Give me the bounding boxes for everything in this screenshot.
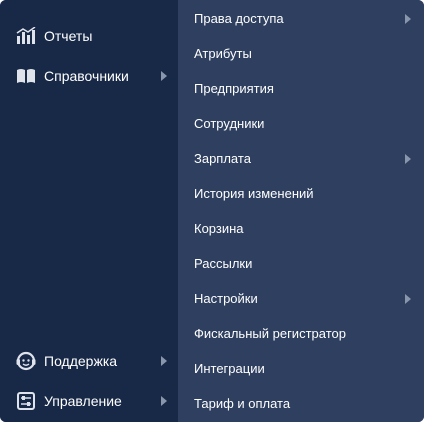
chevron-right-icon xyxy=(161,356,167,366)
submenu-item-label: Настройки xyxy=(194,291,258,306)
sidebar-item-label: Справочники xyxy=(44,68,129,84)
submenu-item-mailings[interactable]: Рассылки xyxy=(178,246,424,281)
submenu-item-label: Тариф и оплата xyxy=(194,396,291,411)
chevron-right-icon xyxy=(405,294,411,304)
submenu-item-label: Корзина xyxy=(194,221,244,236)
submenu-item-trash[interactable]: Корзина xyxy=(178,211,424,246)
submenu-item-label: Права доступа xyxy=(194,11,284,26)
submenu-item-label: Сотрудники xyxy=(194,116,265,131)
submenu-item-label: Рассылки xyxy=(194,256,253,271)
sidebar-item-label: Отчеты xyxy=(44,28,93,44)
submenu-item-integrations[interactable]: Интеграции xyxy=(178,351,424,386)
sidebar-item-management[interactable]: Управление xyxy=(0,381,178,421)
chevron-right-icon xyxy=(405,154,411,164)
submenu-item-label: Интеграции xyxy=(194,361,265,376)
support-face-icon xyxy=(16,351,36,371)
submenu-item-access-rights[interactable]: Права доступа xyxy=(178,1,424,36)
chevron-right-icon xyxy=(161,71,167,81)
submenu-item-label: Фискальный регистратор xyxy=(194,326,346,341)
submenu-item-employees[interactable]: Сотрудники xyxy=(178,106,424,141)
submenu-item-label: Атрибуты xyxy=(194,46,252,61)
chart-icon xyxy=(16,26,36,46)
submenu-item-settings[interactable]: Настройки xyxy=(178,281,424,316)
sidebar-item-support[interactable]: Поддержка xyxy=(0,341,178,381)
submenu-item-fiscal-registrar[interactable]: Фискальный регистратор xyxy=(178,316,424,351)
sidebar-item-directories[interactable]: Справочники xyxy=(0,56,178,96)
navigation-menu: Отчеты Справочники Поддержка Управление … xyxy=(0,0,424,422)
sidebar-item-reports[interactable]: Отчеты xyxy=(0,16,178,56)
submenu-item-enterprises[interactable]: Предприятия xyxy=(178,71,424,106)
submenu-item-salary[interactable]: Зарплата xyxy=(178,141,424,176)
submenu-item-label: История изменений xyxy=(194,186,314,201)
sliders-icon xyxy=(16,391,36,411)
submenu-item-tariff-payment[interactable]: Тариф и оплата xyxy=(178,386,424,421)
book-icon xyxy=(16,66,36,86)
submenu-item-label: Предприятия xyxy=(194,81,274,96)
sidebar-item-label: Управление xyxy=(44,393,122,409)
chevron-right-icon xyxy=(405,14,411,24)
submenu-item-attributes[interactable]: Атрибуты xyxy=(178,36,424,71)
submenu-item-change-history[interactable]: История изменений xyxy=(178,176,424,211)
sidebar-item-label: Поддержка xyxy=(44,353,118,369)
submenu-item-label: Зарплата xyxy=(194,151,251,166)
chevron-right-icon xyxy=(161,396,167,406)
